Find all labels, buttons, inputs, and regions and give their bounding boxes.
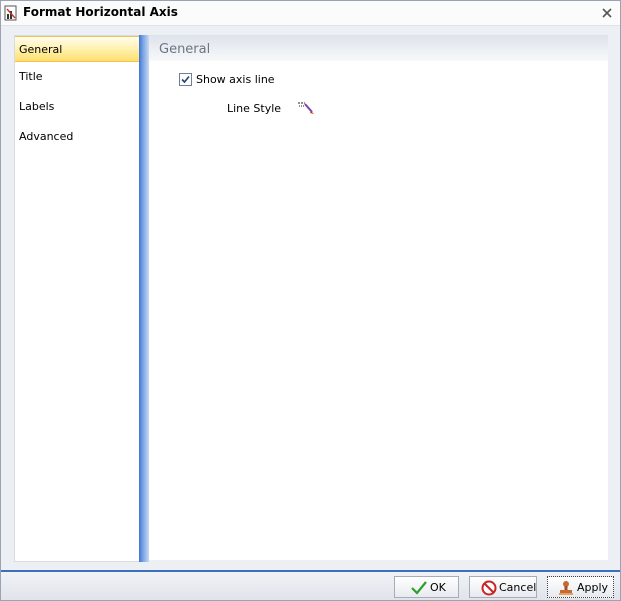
cancel-button[interactable]: Cancel	[469, 576, 537, 598]
window-title: Format Horizontal Axis	[23, 5, 178, 19]
nav-item-title[interactable]: Title	[15, 64, 140, 90]
panel-title: General	[159, 42, 211, 57]
nav-item-general[interactable]: General	[15, 36, 140, 62]
line-style-icon[interactable]	[297, 100, 315, 116]
format-horizontal-axis-dialog: Format Horizontal Axis General Title Lab…	[0, 0, 621, 601]
cancel-label: Cancel	[499, 581, 537, 594]
nav-item-label: Labels	[19, 100, 55, 113]
nav-item-label: General	[19, 43, 63, 56]
checkmark-icon	[411, 581, 427, 595]
show-axis-line-checkbox[interactable]	[179, 73, 192, 86]
axis-format-icon	[4, 5, 17, 21]
cancel-icon	[481, 580, 497, 596]
apply-stamp-icon	[559, 581, 573, 595]
ok-button[interactable]: OK	[394, 576, 459, 598]
dialog-footer: OK Cancel Apply	[1, 570, 620, 600]
settings-panel: General Show axis line Line Style	[149, 35, 608, 560]
settings-nav: General Title Labels Advanced	[14, 35, 141, 562]
ok-label: OK	[430, 581, 446, 594]
panel-header: General	[149, 35, 608, 61]
nav-item-advanced[interactable]: Advanced	[15, 124, 140, 150]
dialog-body: General Title Labels Advanced General Sh…	[1, 26, 620, 570]
show-axis-line-label: Show axis line	[196, 73, 275, 86]
nav-item-label: Title	[19, 70, 43, 83]
line-style-label: Line Style	[227, 102, 282, 115]
apply-button[interactable]: Apply	[547, 576, 614, 598]
title-bar: Format Horizontal Axis	[1, 1, 620, 26]
close-icon[interactable]	[600, 6, 614, 20]
pane-splitter[interactable]	[139, 35, 149, 562]
nav-item-labels[interactable]: Labels	[15, 94, 140, 120]
apply-label: Apply	[577, 581, 609, 594]
nav-item-label: Advanced	[19, 130, 74, 143]
